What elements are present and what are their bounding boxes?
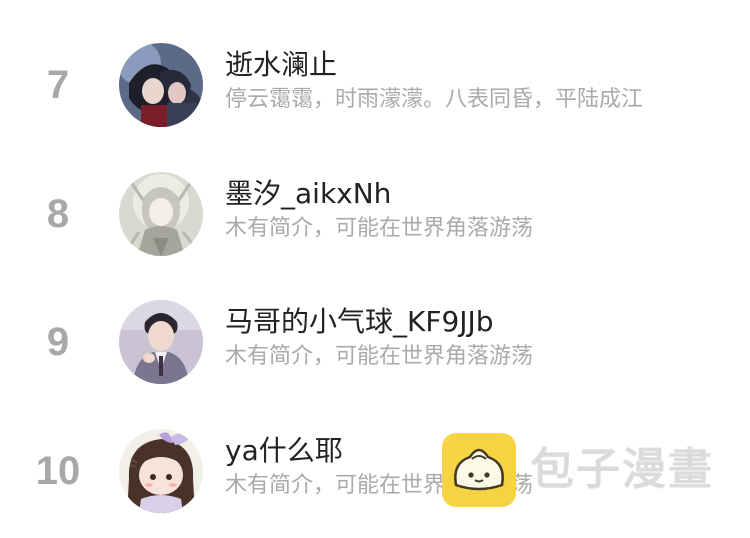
watermark: 包子漫畫 bbox=[442, 433, 732, 507]
user-name[interactable]: ya什么耶 bbox=[225, 433, 343, 469]
user-avatar[interactable] bbox=[119, 43, 203, 127]
user-bio: 停云霭霭，时雨濛濛。八表同昏，平陆成江 bbox=[225, 87, 644, 112]
watermark-text: 包子漫畫 bbox=[530, 444, 714, 495]
rank-number: 10 bbox=[35, 449, 81, 493]
avatar-boy-in-suit-icon bbox=[119, 300, 203, 384]
user-name[interactable]: 马哥的小气球_KF9JJb bbox=[225, 304, 494, 340]
user-avatar[interactable] bbox=[119, 300, 203, 384]
user-name[interactable]: 墨汐_aikxNh bbox=[225, 176, 391, 212]
avatar-dark-couple-icon bbox=[119, 43, 203, 127]
rank-number: 8 bbox=[46, 192, 70, 236]
list-item-rank-9[interactable]: 9 马哥的小气球_KF9JJb 木有简介，可能在世界角落游荡 bbox=[0, 294, 750, 390]
user-bio: 木有简介，可能在世界角落游荡 bbox=[225, 344, 534, 369]
user-avatar[interactable] bbox=[119, 172, 203, 256]
rank-number: 9 bbox=[46, 320, 70, 364]
user-avatar[interactable] bbox=[119, 429, 203, 513]
list-item-rank-8[interactable]: 8 墨汐_aikxNh 木有简介，可能在世界角落游荡 bbox=[0, 166, 750, 262]
user-name[interactable]: 逝水澜止 bbox=[225, 47, 337, 83]
avatar-pale-figure-icon bbox=[119, 172, 203, 256]
rank-number: 7 bbox=[46, 63, 70, 107]
list-item-rank-7[interactable]: 7 逝水澜止 停云霭霭，时雨濛濛。八表同昏，平陆成江 bbox=[0, 37, 750, 133]
ranking-list: 7 逝水澜止 停云霭霭，时雨濛濛。八表同昏，平陆成江 8 墨汐_aikxNh 木… bbox=[0, 0, 750, 538]
user-bio: 木有简介，可能在世界角落游荡 bbox=[225, 216, 534, 241]
avatar-chibi-girl-icon bbox=[119, 429, 203, 513]
bun-logo-icon bbox=[442, 433, 516, 507]
